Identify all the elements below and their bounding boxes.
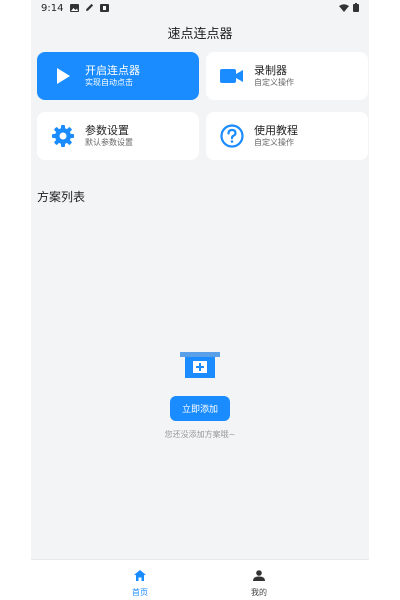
card-subtitle: 实现自动点击	[85, 78, 133, 87]
card-subtitle: 默认参数设置	[85, 138, 133, 147]
empty-message: 您还没添加方案哦~	[164, 430, 236, 439]
user-icon	[253, 566, 265, 585]
add-box-icon	[180, 352, 220, 382]
question-icon	[218, 122, 246, 150]
pencil-icon	[85, 3, 94, 15]
card-title: 录制器	[254, 64, 287, 77]
home-icon	[134, 566, 146, 585]
wifi-icon	[339, 3, 349, 15]
nav-home-label: 首页	[132, 588, 148, 597]
empty-state: 立即添加 您还没添加方案哦~	[31, 352, 369, 440]
start-clicker-card[interactable]: 开启连点器 实现自动点击	[37, 52, 199, 100]
page-title: 速点连点器	[167, 27, 233, 42]
nav-profile[interactable]: 我的	[229, 566, 289, 598]
play-icon	[49, 62, 77, 90]
card-title: 参数设置	[85, 124, 129, 137]
gear-icon	[49, 122, 77, 150]
status-time: 9:14	[41, 3, 64, 14]
gallery-icon	[70, 3, 79, 15]
nav-home[interactable]: 首页	[110, 566, 170, 598]
plan-list-title: 方案列表	[37, 190, 86, 204]
tutorial-card[interactable]: 使用教程 自定义操作	[206, 112, 368, 160]
card-subtitle: 自定义操作	[254, 78, 294, 87]
battery-icon	[353, 3, 359, 15]
nav-profile-label: 我的	[251, 588, 267, 597]
settings-card[interactable]: 参数设置 默认参数设置	[37, 112, 199, 160]
add-plan-button[interactable]: 立即添加	[169, 396, 230, 421]
card-title: 开启连点器	[85, 64, 140, 77]
video-camera-icon	[218, 62, 246, 90]
card-subtitle: 自定义操作	[254, 138, 294, 147]
app-screen: 9:14 速点连点器 开启连点器 实现自动点击 录制器 自定义操作 参数设置 默…	[31, 0, 369, 600]
recorder-card[interactable]: 录制器 自定义操作	[206, 52, 368, 100]
status-bar: 9:14	[31, 0, 369, 18]
card-title: 使用教程	[254, 124, 298, 137]
notification-icon	[100, 3, 109, 15]
bottom-nav: 首页 我的	[31, 559, 369, 600]
